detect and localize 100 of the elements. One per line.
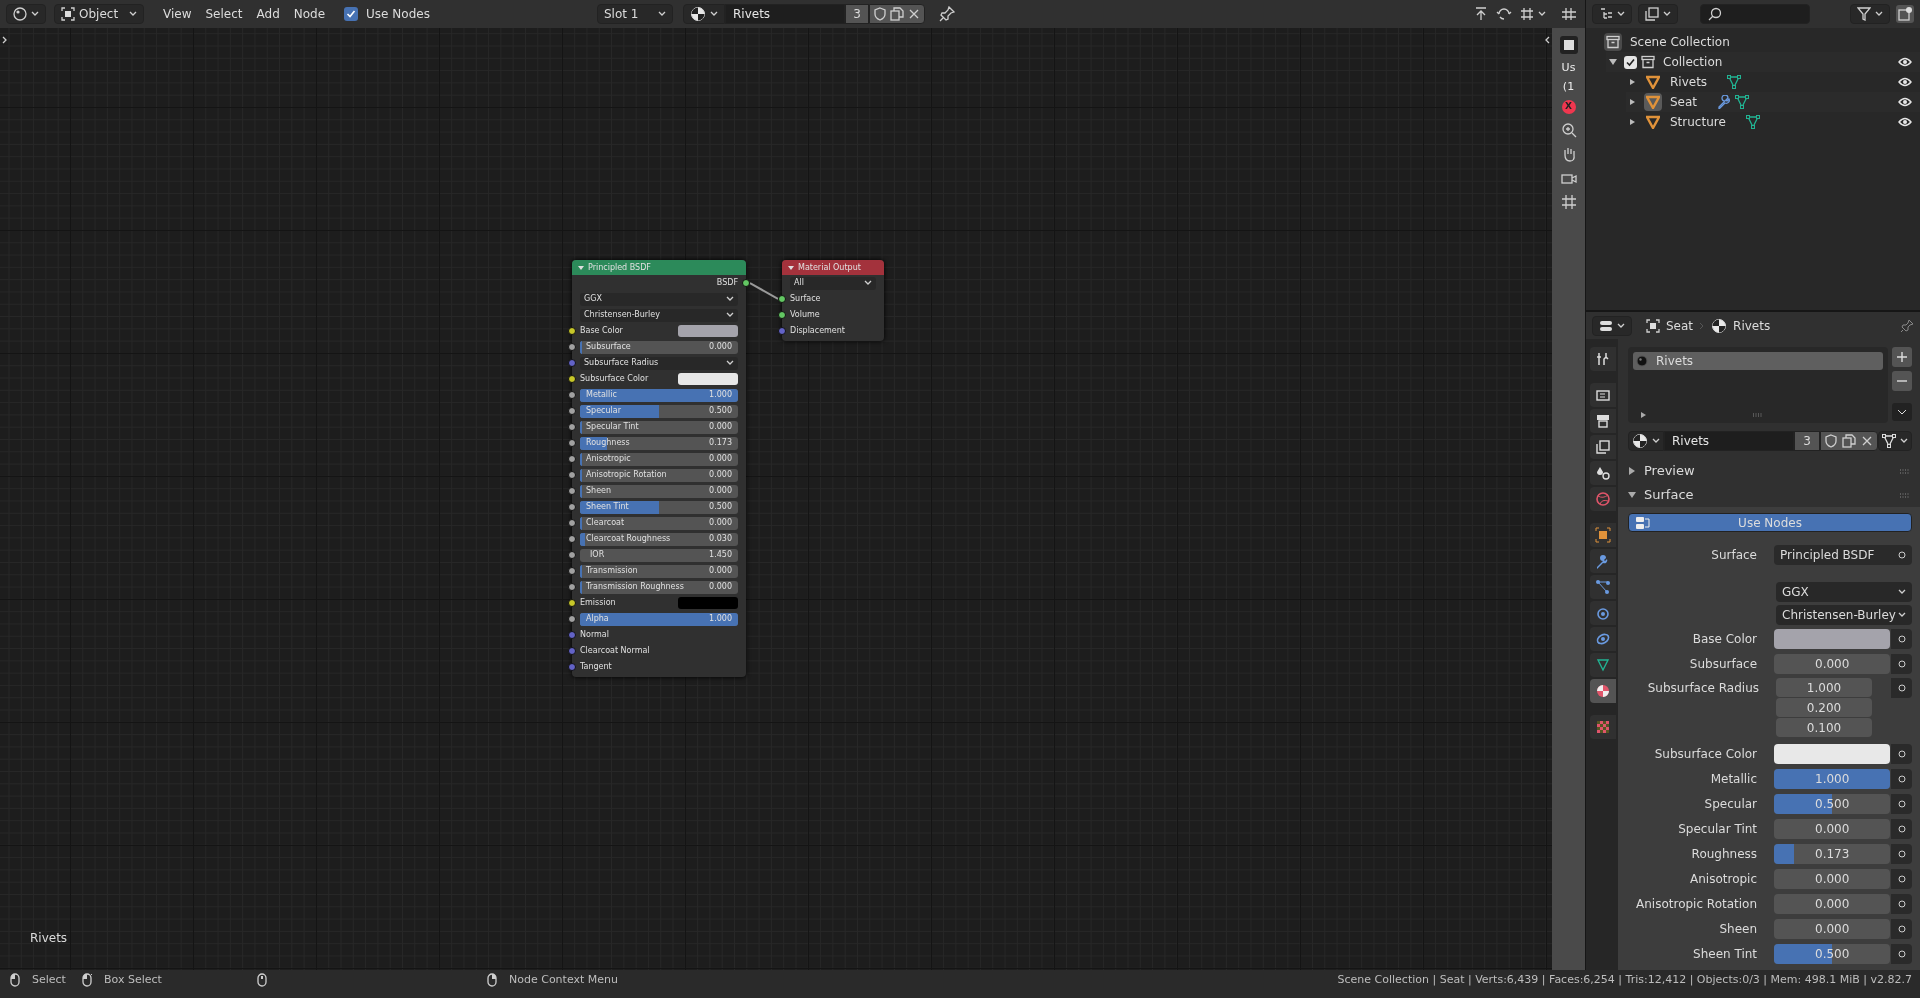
value-slider[interactable]: 0.000	[1774, 918, 1891, 939]
duplicate-icon[interactable]	[1842, 434, 1856, 448]
reset-button[interactable]	[1891, 918, 1912, 939]
collapsed-triangle-icon[interactable]	[1629, 98, 1637, 106]
display-mode-button[interactable]	[1592, 4, 1632, 24]
mesh-object-icon[interactable]	[1646, 115, 1660, 129]
number-field[interactable]: IOR 1.450	[580, 548, 738, 562]
physics-tab[interactable]	[1590, 601, 1616, 625]
value-slider[interactable]: 0.000	[1774, 868, 1891, 889]
object-tab[interactable]	[1590, 523, 1616, 547]
value-slider[interactable]: 0.000	[1774, 893, 1891, 914]
tool-tab[interactable]	[1590, 347, 1616, 371]
frame-icon[interactable]	[1561, 38, 1576, 52]
value-slider[interactable]: Clearcoat 0.000	[580, 516, 738, 530]
input-socket[interactable]	[568, 455, 576, 463]
zoom-icon[interactable]	[1560, 122, 1577, 138]
mesh-object-icon[interactable]	[1646, 75, 1660, 89]
collapsed-triangle-icon[interactable]	[1629, 78, 1637, 86]
close-icon[interactable]	[1860, 434, 1874, 448]
number-field[interactable]: 0.200	[1776, 698, 1872, 717]
reset-button[interactable]	[1891, 818, 1912, 839]
node-dropdown[interactable]: Subsurface Radius	[580, 356, 738, 370]
value-slider[interactable]: Specular 0.500	[580, 404, 738, 418]
color-swatch[interactable]	[678, 325, 738, 337]
input-socket[interactable]	[568, 615, 576, 623]
eye-icon[interactable]	[1898, 117, 1912, 127]
material-name-field[interactable]: Rivets	[725, 4, 845, 24]
input-socket[interactable]	[568, 567, 576, 575]
mode-dropdown[interactable]: Object	[54, 4, 144, 24]
collapse-triangle-icon[interactable]	[578, 264, 584, 271]
input-socket[interactable]	[568, 535, 576, 543]
tree-item-label[interactable]: Collection	[1663, 53, 1723, 71]
data-tab[interactable]	[1590, 653, 1616, 677]
view-layer-tab[interactable]	[1590, 435, 1616, 459]
value-slider[interactable]: Metallic 1.000	[580, 388, 738, 402]
use-nodes-button[interactable]: Use Nodes	[1628, 513, 1912, 532]
reset-button[interactable]	[1891, 843, 1912, 864]
input-socket[interactable]	[568, 343, 576, 351]
input-socket[interactable]	[568, 599, 576, 607]
color-swatch[interactable]	[1774, 628, 1891, 649]
input-socket[interactable]	[568, 551, 576, 559]
output-tab[interactable]	[1590, 409, 1616, 433]
particles-tab[interactable]	[1590, 575, 1616, 599]
expanded-triangle-icon[interactable]	[1628, 491, 1636, 499]
axis-gizmo[interactable]: X	[1561, 100, 1576, 114]
reset-button[interactable]	[1891, 653, 1912, 674]
input-socket[interactable]	[778, 295, 786, 303]
constraints-tab[interactable]	[1590, 627, 1616, 651]
mesh-object-icon[interactable]	[1646, 95, 1660, 109]
material-name-field[interactable]: Rivets	[1664, 431, 1794, 451]
grid-icon[interactable]	[1560, 194, 1577, 210]
dropdown[interactable]: GGX	[1776, 581, 1912, 602]
drag-grip-icon[interactable]	[1900, 468, 1910, 474]
input-socket[interactable]	[568, 647, 576, 655]
world-tab[interactable]	[1590, 487, 1616, 511]
grid-icon[interactable]	[1520, 7, 1534, 21]
value-slider[interactable]: 0.500	[1774, 793, 1891, 814]
reset-button[interactable]	[1891, 768, 1912, 789]
add-icon[interactable]	[1892, 347, 1912, 367]
node-dropdown[interactable]: GGX	[580, 292, 738, 306]
number-field[interactable]: 0.100	[1776, 718, 1872, 737]
input-socket[interactable]	[568, 375, 576, 383]
number-field[interactable]: 1.000	[1776, 678, 1872, 697]
panel-title[interactable]: Preview	[1644, 461, 1695, 481]
scene-tab[interactable]	[1590, 461, 1616, 485]
filter-button[interactable]	[1850, 4, 1890, 24]
node-header[interactable]: Material Output	[782, 260, 884, 275]
value-slider[interactable]: Specular Tint 0.000	[580, 420, 738, 434]
input-socket[interactable]	[568, 391, 576, 399]
new-collection-icon[interactable]	[1896, 5, 1914, 23]
node-dropdown[interactable]: All	[790, 276, 876, 290]
input-socket[interactable]	[568, 519, 576, 527]
list-expand-icon[interactable]	[1641, 412, 1647, 418]
menu-item[interactable]: Add	[249, 4, 287, 24]
input-socket[interactable]	[778, 311, 786, 319]
eye-icon[interactable]	[1898, 57, 1912, 67]
user-count-button[interactable]: 3	[845, 4, 869, 24]
pin-icon[interactable]	[1900, 318, 1914, 333]
shield-icon[interactable]	[873, 7, 887, 21]
value-slider[interactable]: Alpha 1.000	[580, 612, 738, 626]
value-slider[interactable]: Transmission Roughness 0.000	[580, 580, 738, 594]
tree-item-label[interactable]: Structure	[1670, 113, 1726, 131]
input-socket[interactable]	[568, 407, 576, 415]
value-slider[interactable]: Sheen Tint 0.500	[580, 500, 738, 514]
value-slider[interactable]: 0.500	[1774, 943, 1891, 964]
eye-icon[interactable]	[1898, 97, 1912, 107]
value-slider[interactable]: Anisotropic Rotation 0.000	[580, 468, 738, 482]
reset-button[interactable]	[1891, 793, 1912, 814]
wrench-icon[interactable]	[1717, 95, 1732, 109]
pin-icon[interactable]	[939, 6, 955, 22]
input-socket[interactable]	[568, 359, 576, 367]
eye-icon[interactable]	[1898, 77, 1912, 87]
link-data-button[interactable]	[1878, 431, 1912, 451]
menu-item[interactable]: Node	[286, 4, 333, 24]
value-slider[interactable]: Sheen 0.000	[580, 484, 738, 498]
duplicate-icon[interactable]	[890, 7, 904, 21]
collapsed-triangle-icon[interactable]	[1629, 118, 1637, 126]
shield-icon[interactable]	[1824, 434, 1838, 448]
material-browse-button[interactable]	[683, 4, 725, 24]
shader-selector[interactable]: Principled BSDF	[1774, 545, 1912, 565]
